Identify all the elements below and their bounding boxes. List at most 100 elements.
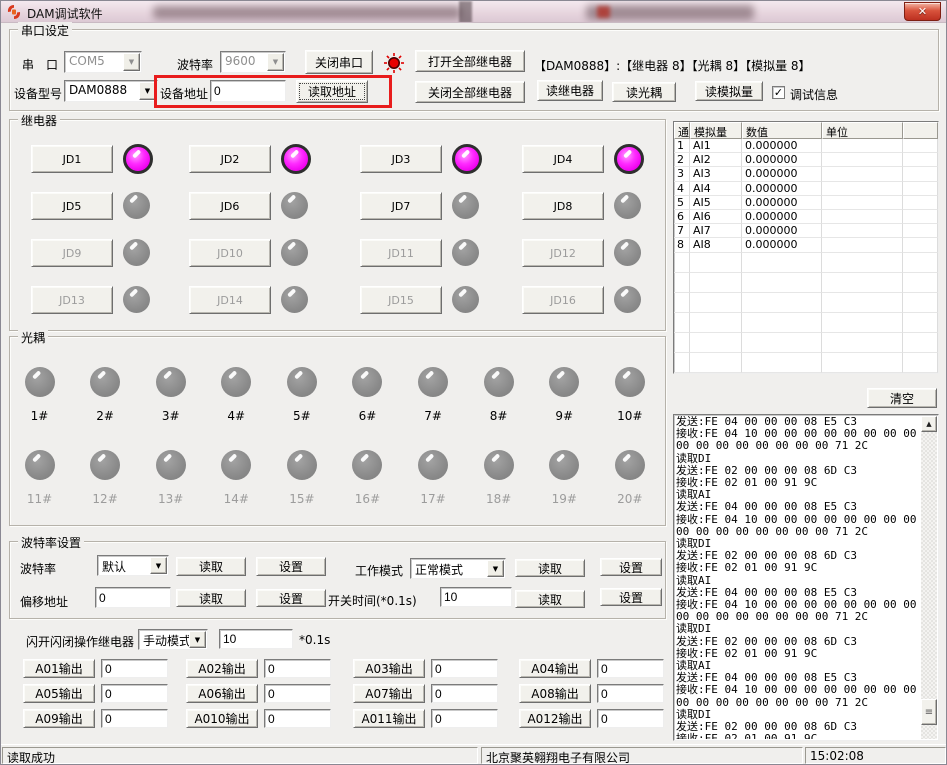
relay-button-jd16[interactable]: JD16 xyxy=(522,286,604,314)
flash-time-input[interactable] xyxy=(219,629,293,649)
column-header[interactable] xyxy=(903,122,938,139)
table-cell: AI3 xyxy=(690,167,742,181)
output-button-a012输出[interactable]: A012输出 xyxy=(519,709,591,728)
read-relay-button[interactable]: 读继电器 xyxy=(537,80,603,101)
workmode-read-button[interactable]: 读取 xyxy=(515,559,585,577)
switch-time-read-button[interactable]: 读取 xyxy=(515,590,585,608)
relay-button-jd13[interactable]: JD13 xyxy=(31,286,113,314)
output-button-a010输出[interactable]: A010输出 xyxy=(186,709,258,728)
read-analog-button[interactable]: 读模拟量 xyxy=(695,81,763,101)
analog-table[interactable]: 通模拟量数值单位1AI10.0000002AI20.0000003AI30.00… xyxy=(673,121,939,374)
output-value-input-a03输出[interactable] xyxy=(431,659,498,678)
output-value-input-a012输出[interactable] xyxy=(597,709,664,728)
relay-button-jd4[interactable]: JD4 xyxy=(522,145,604,173)
output-value-input-a05输出[interactable] xyxy=(101,684,168,703)
table-row[interactable]: 2AI20.000000 xyxy=(674,153,938,167)
relay-button-jd11[interactable]: JD11 xyxy=(360,239,442,267)
output-button-a01输出[interactable]: A01输出 xyxy=(23,659,95,678)
com-port-select[interactable]: COM5 ▼ xyxy=(64,51,142,73)
table-row[interactable]: 5AI50.000000 xyxy=(674,196,938,210)
output-button-a06输出[interactable]: A06输出 xyxy=(186,684,258,703)
switch-time-input[interactable] xyxy=(440,587,512,607)
table-row-empty xyxy=(674,253,938,273)
relay-button-label: JD8 xyxy=(554,200,573,213)
opto-led-14 xyxy=(221,450,251,480)
relay-button-label: JD2 xyxy=(221,153,240,166)
opto-channel-7: 7# xyxy=(410,367,457,423)
baud-set-button[interactable]: 设置 xyxy=(256,557,326,576)
relay-button-jd2[interactable]: JD2 xyxy=(189,145,271,173)
opto-channel-label: 19# xyxy=(552,492,577,506)
output-value-input-a011输出[interactable] xyxy=(431,709,498,728)
relay-button-jd3[interactable]: JD3 xyxy=(360,145,442,173)
table-cell xyxy=(822,167,903,181)
relay-button-jd14[interactable]: JD14 xyxy=(189,286,271,314)
output-value-input-a09输出[interactable] xyxy=(101,709,168,728)
clear-log-button[interactable]: 清空 xyxy=(867,388,937,408)
log-line: 接收:FE 04 10 00 00 00 00 00 00 00 00 00 0… xyxy=(676,684,920,708)
table-row[interactable]: 7AI70.000000 xyxy=(674,224,938,238)
output-value-input-a08输出[interactable] xyxy=(597,684,664,703)
table-row[interactable]: 3AI30.000000 xyxy=(674,167,938,181)
relay-button-jd8[interactable]: JD8 xyxy=(522,192,604,220)
output-button-a05输出[interactable]: A05输出 xyxy=(23,684,95,703)
output-button-a02输出[interactable]: A02输出 xyxy=(186,659,258,678)
output-value-input-a02输出[interactable] xyxy=(264,659,331,678)
switch-time-set-button[interactable]: 设置 xyxy=(600,588,662,606)
close-icon[interactable]: ✕ xyxy=(904,2,941,21)
table-row[interactable]: 4AI40.000000 xyxy=(674,182,938,196)
relay-button-jd1[interactable]: JD1 xyxy=(31,145,113,173)
log-scrollbar[interactable]: ▲ ≡ xyxy=(921,416,937,739)
open-all-relays-button[interactable]: 打开全部继电器 xyxy=(415,50,525,72)
scrollbar-thumb[interactable]: ≡ xyxy=(921,699,937,725)
output-value-input-a07输出[interactable] xyxy=(431,684,498,703)
scroll-up-icon[interactable]: ▲ xyxy=(921,416,937,432)
read-opto-button[interactable]: 读光耦 xyxy=(612,82,676,102)
relay-button-jd12[interactable]: JD12 xyxy=(522,239,604,267)
output-button-a08输出[interactable]: A08输出 xyxy=(519,684,591,703)
column-header[interactable]: 通 xyxy=(674,122,690,139)
baud-rate-select[interactable]: 9600 ▼ xyxy=(220,51,286,73)
close-all-relays-button[interactable]: 关闭全部继电器 xyxy=(415,81,525,103)
column-header[interactable]: 模拟量 xyxy=(690,122,742,139)
flash-mode-select[interactable]: 手动模式 ▼ xyxy=(138,629,208,650)
offset-set-button[interactable]: 设置 xyxy=(256,589,326,607)
output-button-a07输出[interactable]: A07输出 xyxy=(353,684,425,703)
output-button-a04输出[interactable]: A04输出 xyxy=(519,659,591,678)
output-value-input-a04输出[interactable] xyxy=(597,659,664,678)
table-row[interactable]: 8AI80.000000 xyxy=(674,238,938,252)
offset-addr-input[interactable] xyxy=(95,587,171,608)
debug-info-checkbox[interactable]: ✓ xyxy=(772,86,785,99)
output-button-a09输出[interactable]: A09输出 xyxy=(23,709,95,728)
com-port-value: COM5 xyxy=(69,54,105,68)
table-row[interactable]: 1AI10.000000 xyxy=(674,139,938,153)
close-port-button[interactable]: 关闭串口 xyxy=(305,50,373,74)
output-value-input-a06输出[interactable] xyxy=(264,684,331,703)
table-row[interactable]: 6AI60.000000 xyxy=(674,210,938,224)
read-addr-button[interactable]: 读取地址 xyxy=(296,80,368,103)
relay-button-jd9[interactable]: JD9 xyxy=(31,239,113,267)
output-value-input-a010输出[interactable] xyxy=(264,709,331,728)
output-button-a03输出[interactable]: A03输出 xyxy=(353,659,425,678)
relay-button-jd6[interactable]: JD6 xyxy=(189,192,271,220)
table-cell xyxy=(674,273,690,293)
debug-log[interactable]: 发送:FE 04 00 00 00 08 E5 C3接收:FE 04 10 00… xyxy=(673,414,939,741)
offset-read-button[interactable]: 读取 xyxy=(176,589,246,607)
baud-read-button[interactable]: 读取 xyxy=(176,557,246,576)
opto-channel-label: 5# xyxy=(293,409,311,423)
relay-button-jd5[interactable]: JD5 xyxy=(31,192,113,220)
relay-led-jd5 xyxy=(123,192,150,219)
relay-button-jd15[interactable]: JD15 xyxy=(360,286,442,314)
workmode-set-button[interactable]: 设置 xyxy=(600,558,662,576)
column-header[interactable]: 数值 xyxy=(742,122,822,139)
output-value-input-a01输出[interactable] xyxy=(101,659,168,678)
device-addr-input[interactable] xyxy=(210,80,286,102)
output-button-a011输出[interactable]: A011输出 xyxy=(353,709,425,728)
relay-button-jd7[interactable]: JD7 xyxy=(360,192,442,220)
device-model-select[interactable]: DAM0888 ▼ xyxy=(64,80,158,102)
baud-default-select[interactable]: 默认 ▼ xyxy=(97,555,169,576)
column-header[interactable]: 单位 xyxy=(822,122,903,139)
relay-button-jd10[interactable]: JD10 xyxy=(189,239,271,267)
table-cell: AI4 xyxy=(690,182,742,196)
workmode-select[interactable]: 正常模式 ▼ xyxy=(410,558,506,579)
